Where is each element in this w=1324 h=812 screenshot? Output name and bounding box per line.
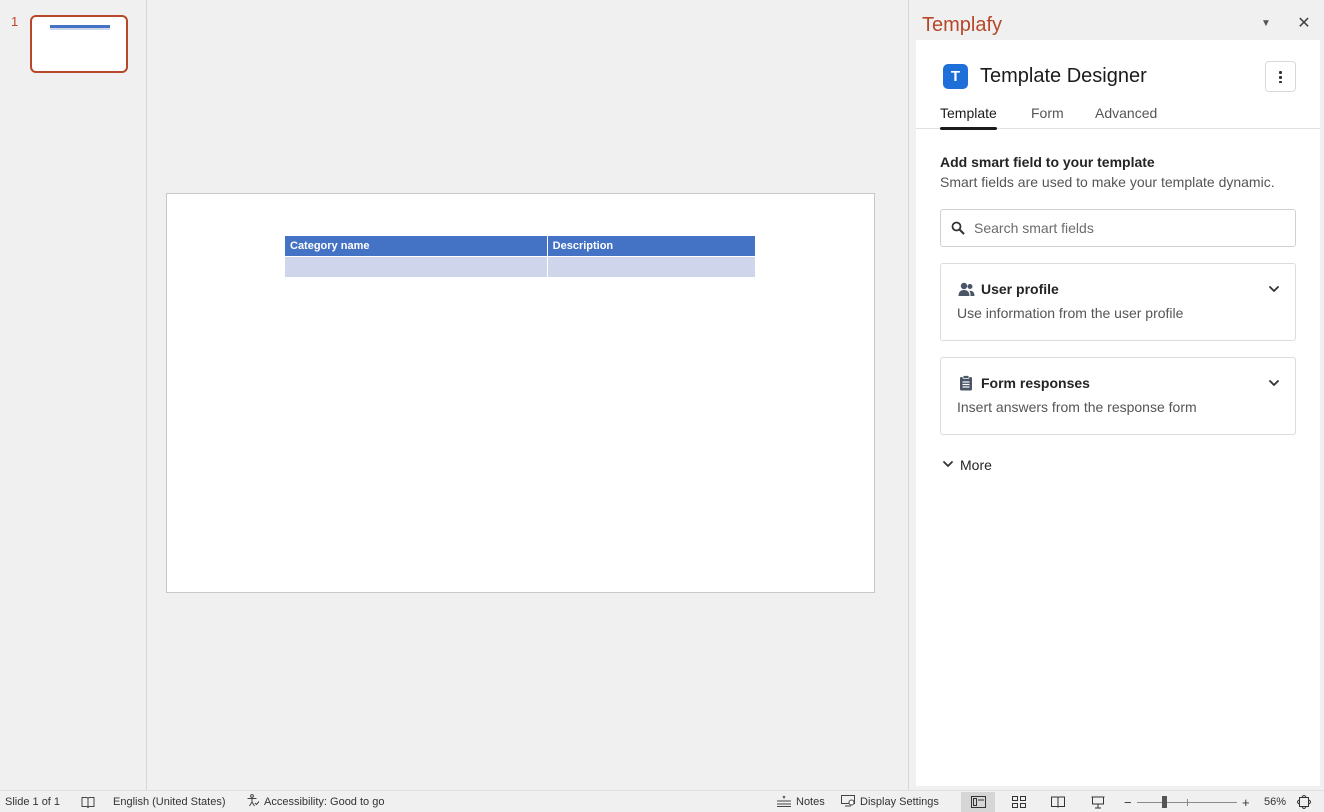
slide-canvas[interactable]: Category name Description [166,193,875,593]
reading-view-icon [1051,796,1065,808]
tab-advanced[interactable]: Advanced [1095,105,1157,129]
tab-bar: Template Form Advanced [916,104,1320,130]
zoom-slider-thumb[interactable] [1162,796,1167,808]
reading-view-button[interactable] [1041,792,1075,812]
zoom-out-button[interactable]: − [1124,791,1132,812]
search-box[interactable] [940,209,1296,247]
status-bar: Slide 1 of 1 English (United States) Acc… [0,790,1324,812]
display-settings-button[interactable]: Display Settings [841,791,939,812]
display-settings-label: Display Settings [860,796,939,808]
search-icon [951,221,965,235]
display-settings-icon [841,794,856,810]
table-cell[interactable] [547,255,757,277]
close-icon[interactable]: ✕ [1293,12,1315,34]
smart-field-card-user-profile[interactable]: User profile Use information from the us… [940,263,1296,341]
tab-form[interactable]: Form [1031,105,1064,129]
slide-info-text: Slide 1 of 1 [5,796,61,808]
clipboard-icon [957,374,975,392]
zoom-level[interactable]: 56% [1264,791,1286,812]
card-title: Form responses [981,375,1090,391]
slideshow-icon [1091,796,1105,808]
language-indicator[interactable]: English (United States) [113,791,226,812]
language-text: English (United States) [113,796,226,808]
normal-view-icon [970,796,986,808]
slide-indicator[interactable]: Slide 1 of 1 [5,791,60,812]
fit-to-window-button[interactable] [1297,791,1311,812]
normal-view-button[interactable] [961,792,995,812]
pane-title: Templafy [922,14,1003,36]
card-title: User profile [981,281,1059,297]
section-title: Add smart field to your template [940,154,1155,170]
addin-title: Template Designer [980,65,1147,87]
slide-table[interactable]: Category name Description [285,236,757,277]
chevron-down-icon[interactable] [1267,376,1281,390]
table-cell[interactable] [285,255,548,277]
task-pane: Templafy ▼ ✕ T Template Designer Templat… [909,0,1324,790]
template-designer-addin: T Template Designer Template Form Advanc… [916,40,1320,786]
section-subtitle: Smart fields are used to make your templ… [940,174,1275,190]
zoom-slider-midpoint [1187,799,1188,806]
table-header-category[interactable]: Category name [285,236,548,256]
card-subtitle: Use information from the user profile [957,305,1184,321]
slide-thumbnails-panel: 1 [0,0,147,790]
more-label: More [960,457,992,473]
tab-template[interactable]: Template [940,105,997,130]
chevron-down-icon [942,457,954,473]
notes-button[interactable]: Notes [776,791,825,812]
more-toggle[interactable]: More [942,457,992,473]
people-icon [957,280,975,298]
notes-label: Notes [796,796,825,808]
slide-editor-area: Category name Description [147,0,909,790]
table-row [285,255,757,277]
table-header-description[interactable]: Description [547,236,757,256]
accessibility-checker[interactable]: Accessibility: Good to go [246,791,384,812]
accessibility-icon [246,794,260,810]
slide-sorter-icon [1012,796,1026,808]
spelling-check-icon[interactable] [81,791,95,812]
smart-field-card-form-responses[interactable]: Form responses Insert answers from the r… [940,357,1296,435]
more-options-button[interactable] [1265,61,1296,92]
pane-options-dropdown-icon[interactable]: ▼ [1255,12,1277,34]
zoom-in-button[interactable]: + [1242,791,1250,812]
accessibility-text: Accessibility: Good to go [264,796,385,808]
notes-icon [776,795,792,810]
kebab-icon [1279,70,1282,83]
templafy-logo: T [943,64,968,89]
search-input[interactable] [974,220,1295,236]
fit-to-window-icon [1297,795,1311,809]
card-subtitle: Insert answers from the response form [957,399,1197,415]
slide-thumbnail-1[interactable] [30,15,128,73]
slide-sorter-view-button[interactable] [1002,792,1036,812]
slideshow-view-button[interactable] [1081,792,1115,812]
chevron-down-icon[interactable] [1267,282,1281,296]
slide-number: 1 [11,14,19,29]
